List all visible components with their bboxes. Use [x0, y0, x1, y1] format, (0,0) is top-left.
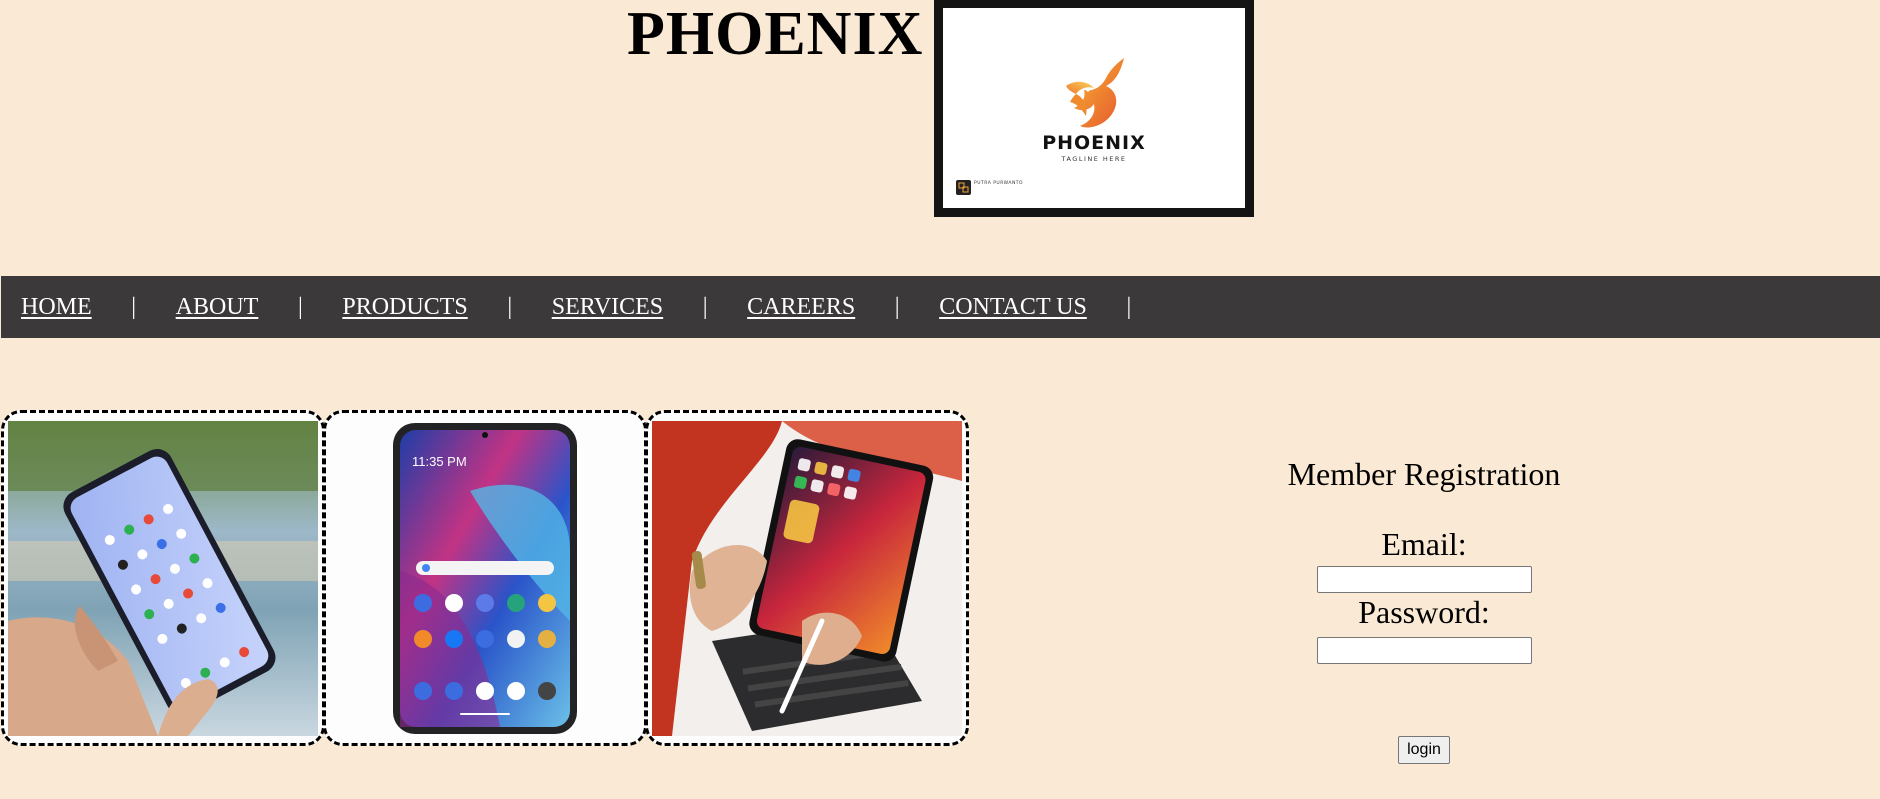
nav-item-contact-us: CONTACT US | [939, 294, 1171, 321]
phoenix-bird-icon [1066, 58, 1124, 128]
nav-separator: | [894, 293, 900, 320]
nav-item-services: SERVICES | [552, 294, 747, 321]
registration-title: Member Registration [1287, 456, 1561, 492]
nav-link-about[interactable]: ABOUT [176, 294, 259, 321]
login-button[interactable]: login [1398, 736, 1450, 764]
ipad-with-keyboard-image [652, 421, 962, 736]
nav-link-careers[interactable]: CAREERS [747, 294, 855, 321]
password-field[interactable] [1316, 637, 1532, 664]
nav-item-home: HOME | [21, 294, 176, 321]
logo-name: PHOENIX [1042, 132, 1146, 154]
nav-separator: | [702, 293, 708, 320]
phone-clock: 11:35 PM [412, 454, 467, 469]
nav-link-products[interactable]: PRODUCTS [342, 294, 467, 321]
site-title: PHOENIX [627, 0, 924, 68]
main-nav: HOME | ABOUT | PRODUCTS | SERVICES | CAR… [1, 276, 1880, 338]
nav-link-contact-us[interactable]: CONTACT US [939, 294, 1087, 321]
product-card [645, 410, 969, 746]
credit-badge-icon [956, 180, 971, 195]
nav-separator: | [507, 293, 513, 320]
nav-link-home[interactable]: HOME [21, 294, 92, 321]
nav-separator: | [131, 293, 137, 320]
logo-image: PHOENIX TAGLINE HERE PUTRA PURWANTO [934, 0, 1254, 217]
nav-item-about: ABOUT | [176, 294, 343, 321]
product-card [1, 410, 325, 746]
nav-item-careers: CAREERS | [747, 294, 939, 321]
password-label: Password: [1358, 594, 1490, 630]
email-label: Email: [1381, 526, 1467, 562]
email-field[interactable] [1316, 566, 1532, 593]
logo-tagline: TAGLINE HERE [1061, 155, 1127, 163]
android-phone-in-hand-image [8, 421, 318, 736]
logo-credit: PUTRA PURWANTO [974, 181, 1024, 186]
nav-link-services[interactable]: SERVICES [552, 294, 663, 321]
nav-separator: | [297, 293, 303, 320]
android-phone-front-image: 11:35 PM [330, 421, 640, 736]
product-card: 11:35 PM [323, 410, 647, 746]
registration-form: Member Registration Email: Password: log… [1180, 440, 1668, 764]
nav-separator: | [1126, 293, 1132, 320]
nav-item-products: PRODUCTS | [342, 294, 551, 321]
